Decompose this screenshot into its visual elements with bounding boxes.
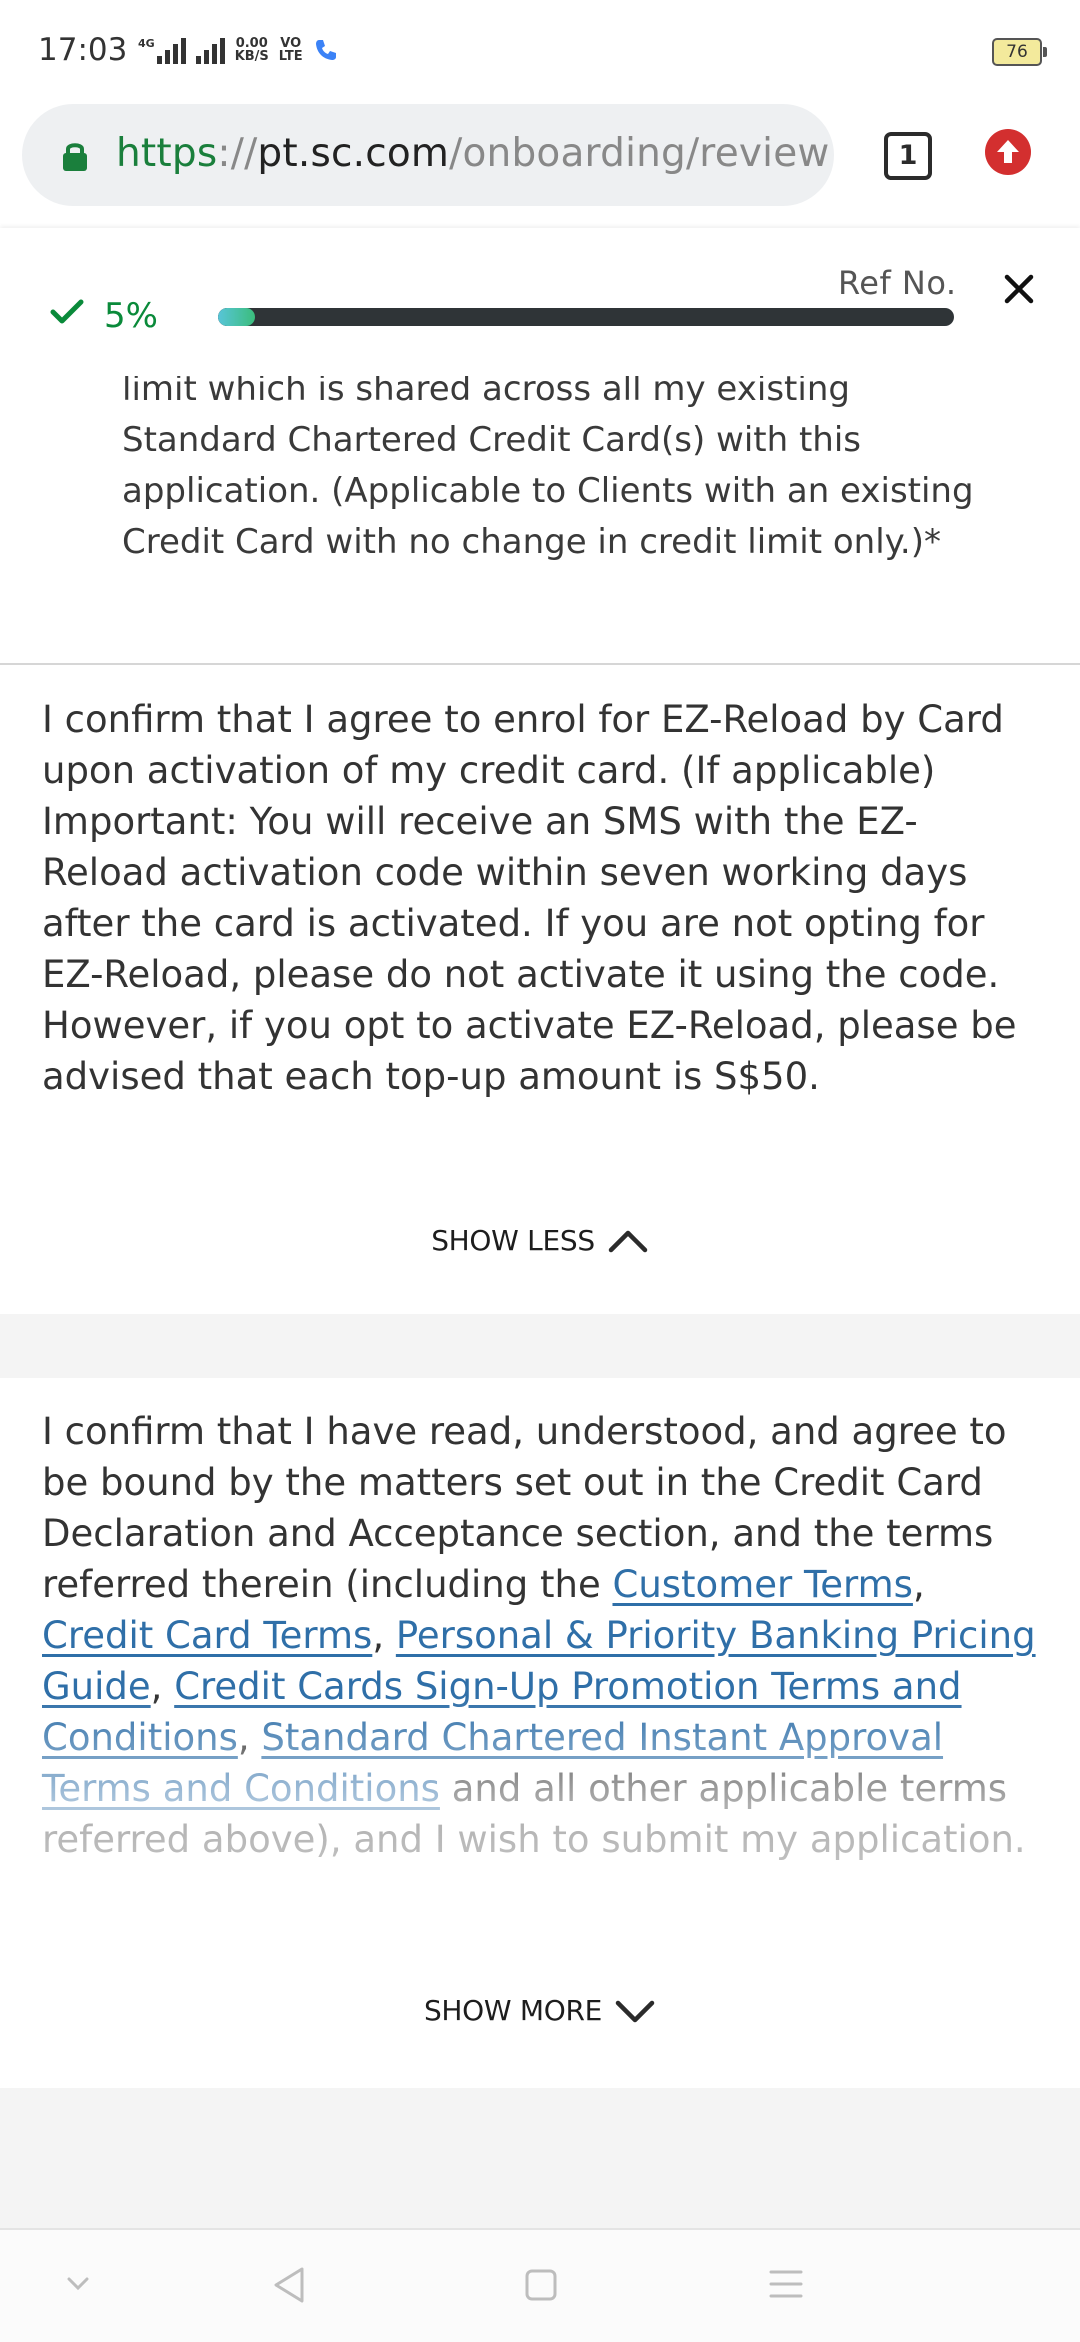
home-icon[interactable]: [524, 2268, 558, 2302]
divider: [0, 663, 1080, 665]
show-less-button[interactable]: SHOW LESS: [0, 1224, 1080, 1257]
arrow-up-icon: [997, 140, 1019, 163]
chevron-down-icon[interactable]: [66, 2276, 90, 2292]
chevron-up-icon: [608, 1230, 648, 1252]
review-content[interactable]: limit which is shared across all my exis…: [0, 376, 1080, 2228]
network-speed: 0.00 KB/S: [234, 36, 269, 64]
signal-bars-icon: [195, 36, 225, 64]
clause-fragment: limit which is shared across all my exis…: [122, 376, 974, 562]
menu-icon[interactable]: [768, 2268, 804, 2300]
show-more-button[interactable]: SHOW MORE: [0, 1994, 1080, 2027]
customer-terms-link[interactable]: Customer Terms: [612, 1563, 912, 1606]
application-header: 5% Ref No.: [0, 228, 1080, 378]
url-text[interactable]: https://pt.sc.com/onboarding/review: [116, 131, 830, 176]
system-nav-bar: [0, 2228, 1080, 2342]
browser-toolbar: https://pt.sc.com/onboarding/review 1: [0, 100, 1080, 228]
lock-icon: [63, 143, 87, 171]
close-icon[interactable]: [1002, 272, 1036, 306]
battery-icon: 76: [992, 38, 1047, 66]
progress-bar: [218, 308, 954, 326]
status-bar: 17:03 4G 0.00 KB/S VO LTE 76: [0, 0, 1080, 100]
section-separator: [0, 1314, 1080, 1378]
address-bar[interactable]: https://pt.sc.com/onboarding/review: [22, 104, 834, 206]
ez-reload-declaration: I confirm that I agree to enrol for EZ-R…: [42, 698, 1017, 1098]
tab-switcher-button[interactable]: 1: [884, 132, 932, 180]
reference-number-label: Ref No.: [838, 264, 957, 302]
phone-icon: [315, 40, 336, 60]
progress-bar-fill: [218, 308, 255, 326]
progress-percent: 5%: [104, 296, 158, 336]
chevron-down-icon: [615, 2000, 655, 2022]
final-declaration: I confirm that I have read, understood, …: [42, 1410, 1036, 1861]
back-icon[interactable]: [272, 2266, 306, 2304]
show-less-label: SHOW LESS: [431, 1224, 595, 1257]
status-icons: 4G 0.00 KB/S VO LTE: [138, 30, 339, 70]
show-more-label: SHOW MORE: [423, 1994, 603, 2027]
footer-area: [0, 2088, 1080, 2228]
volte-icon: VO LTE: [278, 36, 303, 64]
check-icon: [50, 299, 84, 324]
credit-card-terms-link[interactable]: Credit Card Terms: [42, 1614, 372, 1657]
update-button[interactable]: [985, 129, 1031, 175]
signal-4g-icon: 4G: [138, 36, 186, 64]
status-time: 17:03: [38, 32, 128, 68]
